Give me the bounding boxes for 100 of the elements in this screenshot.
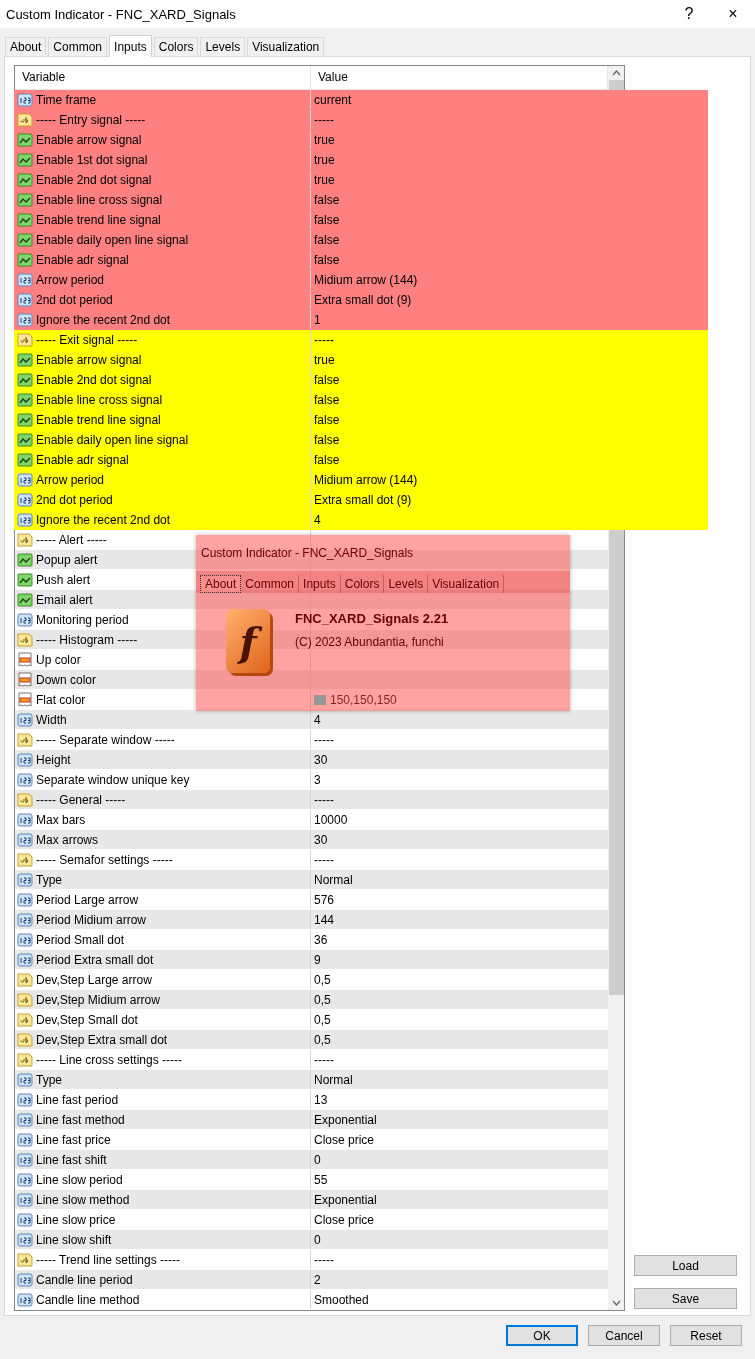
- variable-value: 4: [314, 512, 321, 527]
- variable-value: -----: [314, 112, 334, 127]
- variable-value: Close price: [314, 1212, 375, 1227]
- variable-name: Line fast price: [36, 1132, 111, 1147]
- tab[interactable]: About: [5, 37, 47, 56]
- variable-name: Line fast method: [36, 1112, 125, 1127]
- variable-name: Enable adr signal: [36, 252, 129, 267]
- variable-name: Enable line cross signal: [36, 392, 163, 407]
- variable-value: -----: [314, 852, 334, 867]
- variable-name: Flat color: [36, 692, 86, 707]
- integer-icon: [17, 1071, 33, 1088]
- tab[interactable]: Common: [48, 37, 108, 56]
- integer-icon: [17, 811, 33, 828]
- tab[interactable]: Colors: [153, 37, 199, 56]
- tab[interactable]: Colors: [340, 575, 385, 593]
- reset-button[interactable]: Reset: [670, 1325, 742, 1346]
- string-icon: [17, 331, 33, 348]
- integer-icon: [17, 471, 33, 488]
- variable-value: -----: [314, 732, 334, 747]
- indicator-name: FNC_XARD_Signals 2.21: [295, 611, 449, 626]
- variable-value: 150,150,150: [330, 692, 397, 707]
- integer-icon: [17, 1291, 33, 1308]
- column-header[interactable]: Variable: [15, 66, 311, 89]
- help-button[interactable]: ?: [667, 0, 711, 28]
- variable-value: 30: [314, 752, 328, 767]
- variable-name: 2nd dot period: [36, 292, 113, 307]
- variable-value: false: [314, 212, 340, 227]
- tab[interactable]: Levels: [200, 37, 246, 56]
- variable-name: Email alert: [36, 592, 93, 607]
- variable-name: Line slow price: [36, 1212, 116, 1227]
- save-button[interactable]: Save: [634, 1288, 737, 1309]
- variable-name: Dev,Step Large arrow: [36, 972, 152, 987]
- variable-name: Max bars: [36, 812, 86, 827]
- variable-name: Enable daily open line signal: [36, 432, 189, 447]
- tab[interactable]: Inputs: [299, 575, 341, 593]
- integer-icon: [17, 831, 33, 848]
- variable-name: Enable trend line signal: [36, 212, 161, 227]
- integer-icon: [17, 1111, 33, 1128]
- variable-name: Enable trend line signal: [36, 412, 161, 427]
- variable-name: ----- Semafor settings -----: [36, 852, 173, 867]
- string-icon: [17, 971, 33, 988]
- variable-name: Ignore the recent 2nd dot: [36, 512, 171, 527]
- cancel-button[interactable]: Cancel: [588, 1325, 660, 1346]
- variable-value: 0: [314, 1232, 321, 1247]
- integer-icon: [17, 1131, 33, 1148]
- variable-name: Width: [36, 712, 67, 727]
- variable-name: ----- Line cross settings -----: [36, 1052, 182, 1067]
- variable-name: ----- Trend line settings -----: [36, 1252, 181, 1267]
- chart-icon: [17, 431, 33, 448]
- variable-name: Line slow method: [36, 1192, 130, 1207]
- string-icon: [17, 1251, 33, 1268]
- variable-value: false: [314, 452, 340, 467]
- variable-value: Extra small dot (9): [314, 292, 412, 307]
- variable-name: Period Large arrow: [36, 892, 139, 907]
- chart-icon: [17, 211, 33, 228]
- string-icon: [17, 1051, 33, 1068]
- variable-name: Monitoring period: [36, 612, 129, 627]
- integer-icon: [17, 511, 33, 528]
- tab[interactable]: Visualization: [247, 37, 325, 56]
- app-logo: f: [226, 609, 270, 673]
- variable-name: Period Small dot: [36, 932, 125, 947]
- variable-name: Period Extra small dot: [36, 952, 154, 967]
- variable-value: Exponential: [314, 1192, 377, 1207]
- variable-value: 4: [314, 712, 321, 727]
- load-button[interactable]: Load: [634, 1255, 737, 1276]
- close-button[interactable]: ×: [711, 0, 755, 28]
- variable-name: Time frame: [36, 92, 97, 107]
- chart-icon: [17, 131, 33, 148]
- ok-button[interactable]: OK: [506, 1325, 578, 1346]
- integer-icon: [17, 931, 33, 948]
- variable-name: Enable arrow signal: [36, 132, 142, 147]
- chart-icon: [17, 571, 33, 588]
- variable-value: Close price: [314, 1132, 375, 1147]
- variable-name: Line slow shift: [36, 1232, 112, 1247]
- integer-icon: [17, 751, 33, 768]
- chart-icon: [17, 411, 33, 428]
- variable-name: Push alert: [36, 572, 91, 587]
- variable-name: Arrow period: [36, 472, 105, 487]
- tab[interactable]: Levels: [384, 575, 429, 593]
- string-icon: [17, 1031, 33, 1048]
- tab[interactable]: Visualization: [428, 575, 505, 593]
- variable-name: Max arrows: [36, 832, 98, 847]
- string-icon: [17, 111, 33, 128]
- tab[interactable]: About: [200, 575, 242, 593]
- chart-icon: [17, 151, 33, 168]
- variable-name: Enable daily open line signal: [36, 232, 189, 247]
- chart-icon: [17, 371, 33, 388]
- variable-value: 144: [314, 912, 335, 927]
- variable-value: 30: [314, 832, 328, 847]
- variable-name: Separate window unique key: [36, 772, 190, 787]
- tab[interactable]: Inputs: [109, 35, 152, 57]
- variable-name: Enable 2nd dot signal: [36, 372, 152, 387]
- tab[interactable]: Common: [241, 575, 300, 593]
- integer-icon: [17, 1231, 33, 1248]
- variable-name: Enable line cross signal: [36, 192, 163, 207]
- integer-icon: [17, 91, 33, 108]
- variable-value: Normal: [314, 872, 353, 887]
- variable-name: Down color: [36, 672, 97, 687]
- variable-name: Arrow period: [36, 272, 105, 287]
- variable-name: Dev,Step Extra small dot: [36, 1032, 168, 1047]
